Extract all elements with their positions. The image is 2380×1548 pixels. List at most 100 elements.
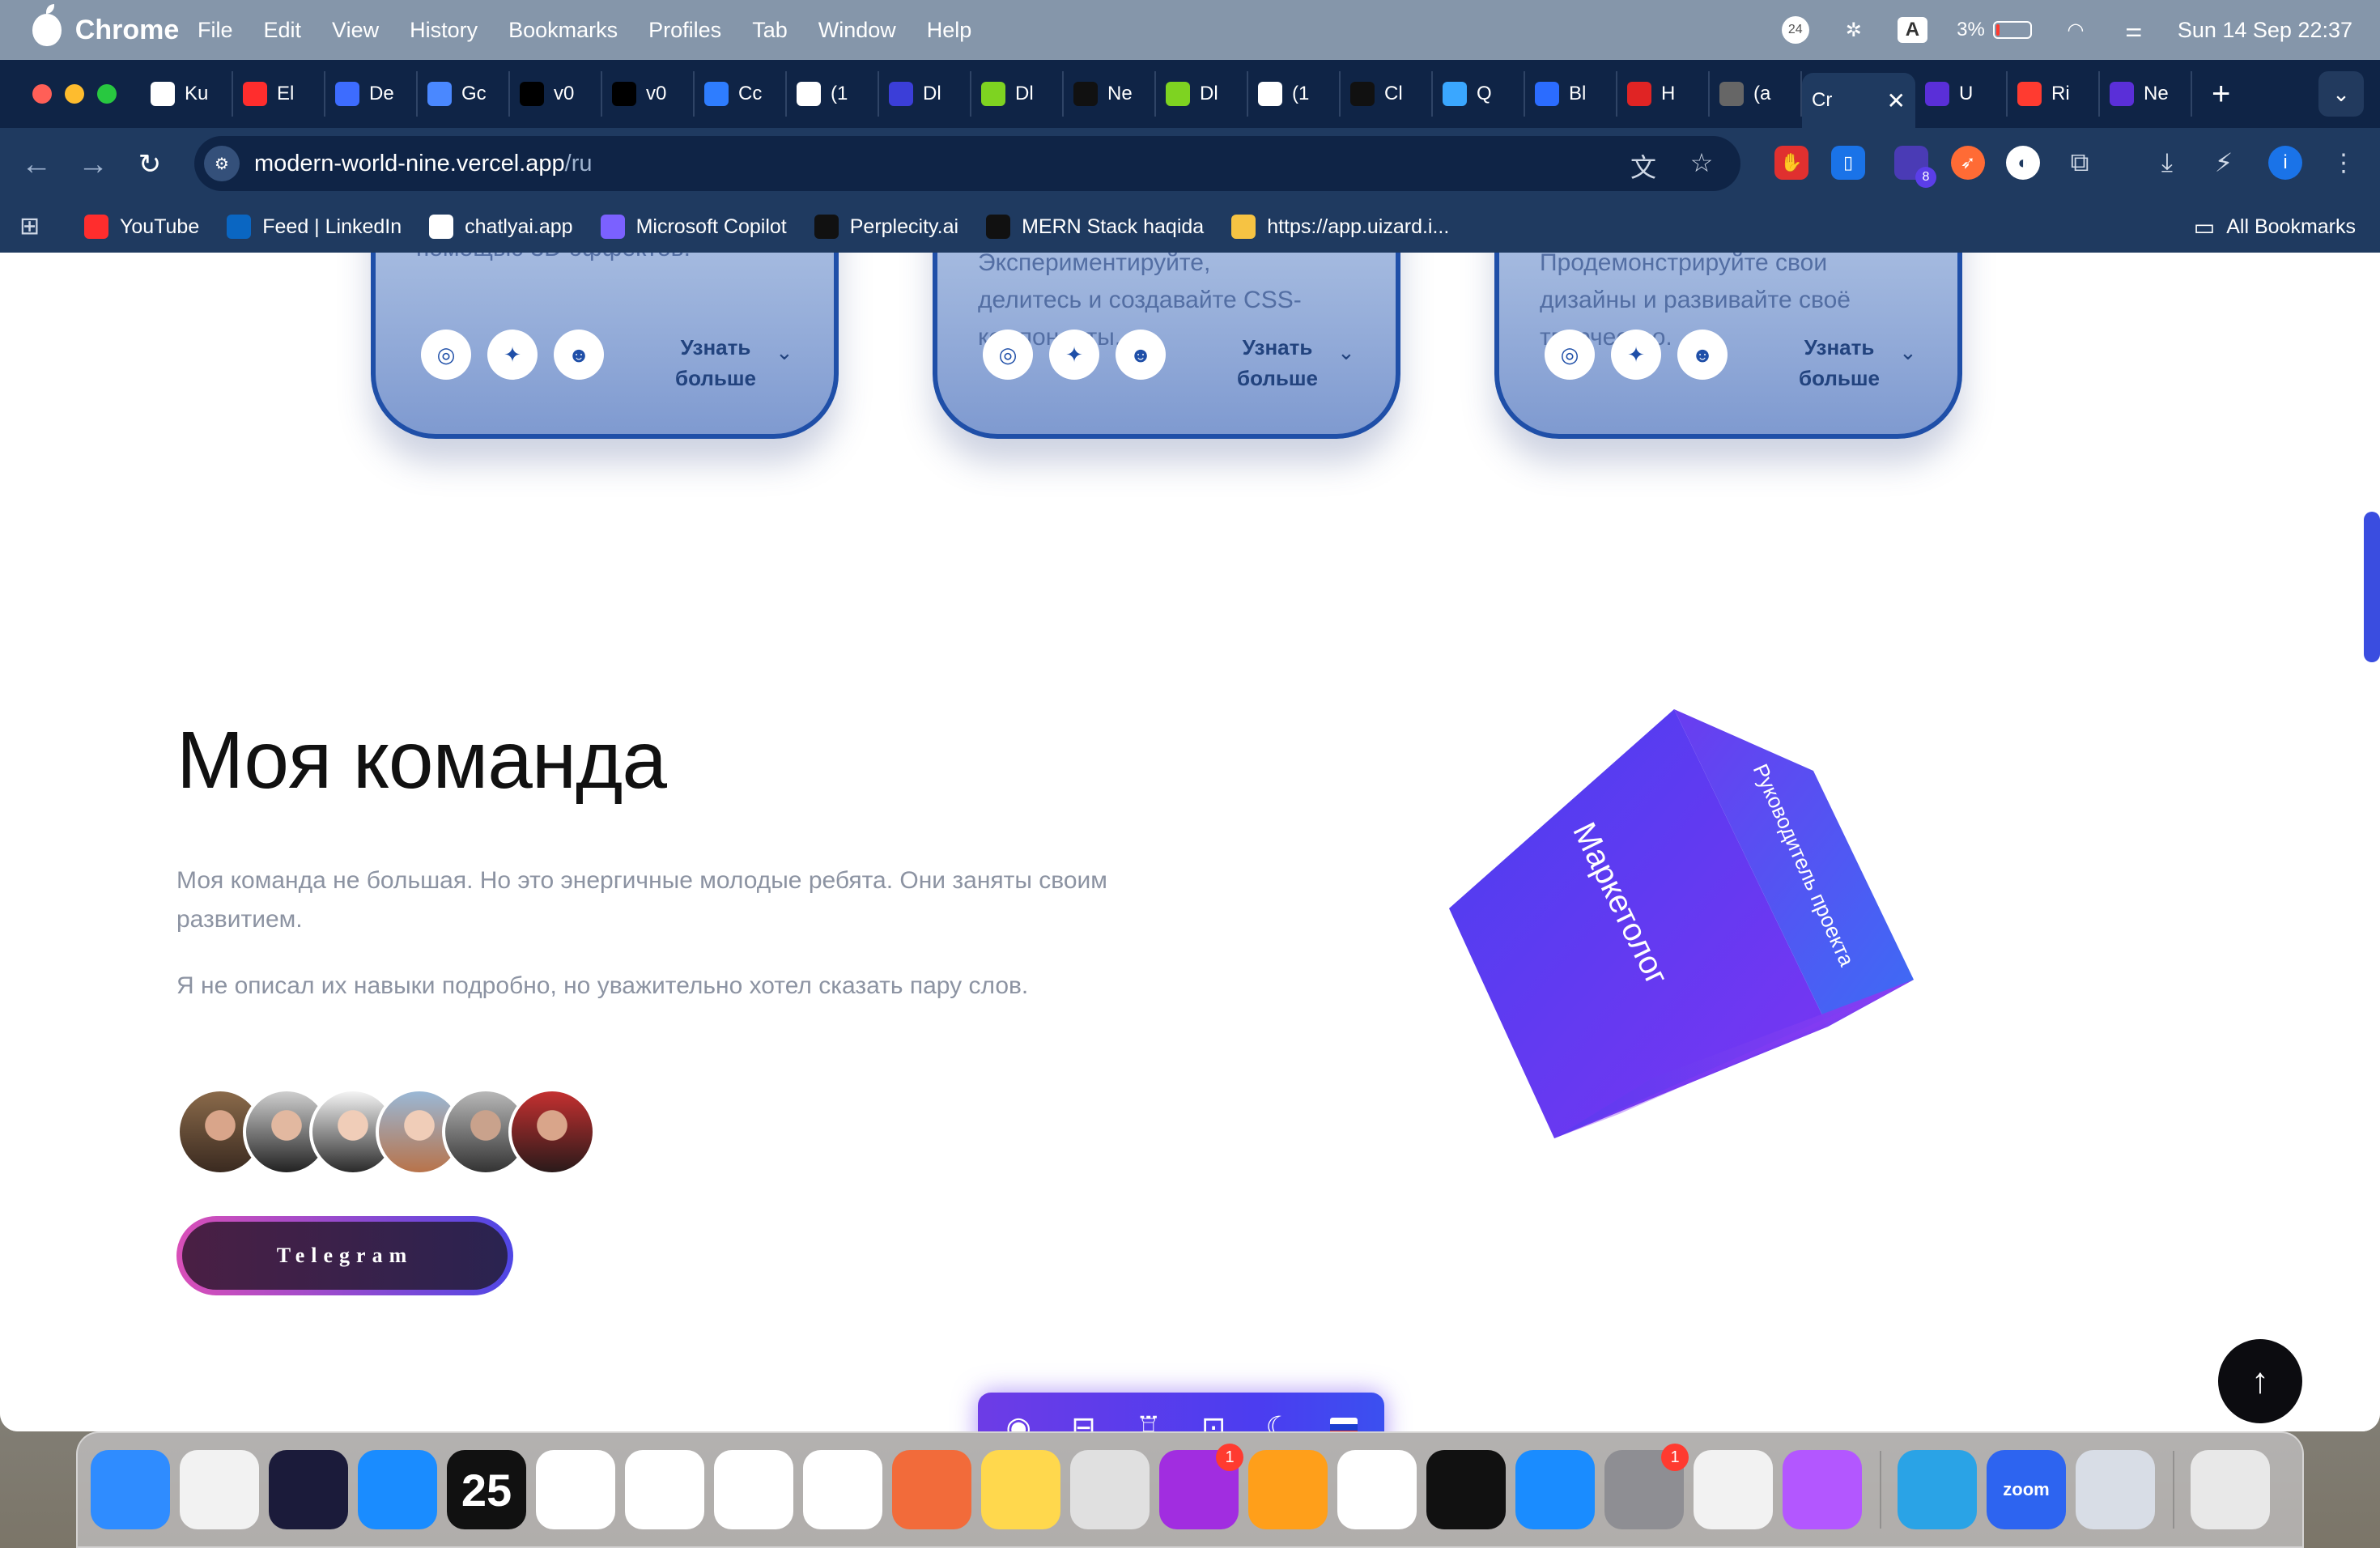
twitter-icon[interactable]: ✦ [487, 330, 538, 380]
tab[interactable]: Ne [2100, 71, 2192, 117]
chrome-menu-icon[interactable]: ⋮ [2327, 146, 2361, 180]
dock-app-calculator-icon[interactable] [1070, 1450, 1150, 1529]
profile-avatar[interactable]: i [2268, 146, 2302, 180]
tab-search-button[interactable]: ⌄ [2318, 71, 2364, 117]
tab-active[interactable]: Cr ✕ [1802, 73, 1915, 128]
trophy-icon[interactable]: ♖ [1128, 1406, 1170, 1431]
instagram-icon[interactable]: ◎ [421, 330, 471, 380]
menu-item-tab[interactable]: Tab [752, 18, 788, 43]
extensions-puzzle-icon[interactable]: ⧉ [2063, 146, 2097, 180]
address-bar[interactable]: ⚙ modern-world-nine.vercel.app/ru 文 ☆ [194, 136, 1740, 191]
url-text[interactable]: modern-world-nine.vercel.app/ru [254, 151, 592, 177]
close-window-button[interactable] [32, 84, 52, 104]
tab[interactable]: De [325, 71, 418, 117]
all-bookmarks-button[interactable]: ▭ All Bookmarks [2194, 201, 2356, 253]
dock-app-trash-icon[interactable] [2191, 1450, 2270, 1529]
dock-app-app-store-icon[interactable] [1515, 1450, 1595, 1529]
tab[interactable]: Dl [971, 71, 1064, 117]
menu-item-profiles[interactable]: Profiles [648, 18, 721, 43]
discord-icon[interactable]: ☻ [1116, 330, 1166, 380]
discord-icon[interactable]: ☻ [554, 330, 604, 380]
extension-docs-icon[interactable]: ▯ [1831, 146, 1865, 180]
close-tab-icon[interactable]: ✕ [1887, 87, 1906, 114]
zoom-window-button[interactable] [97, 84, 117, 104]
discord-icon[interactable]: ☻ [1677, 330, 1728, 380]
translate-icon[interactable]: 文 [1627, 147, 1660, 182]
bookmark-item[interactable]: https://app.uizard.i... [1231, 215, 1449, 239]
forward-icon[interactable]: → [65, 147, 121, 182]
dock-app-calendar-icon[interactable]: 25 [447, 1450, 526, 1529]
scroll-to-top-button[interactable]: ↑ [2218, 1339, 2302, 1423]
language-flag-ru-icon[interactable] [1323, 1406, 1365, 1431]
dock-app-iphone-mirroring-icon[interactable] [1694, 1450, 1773, 1529]
dock-app-system-settings-icon[interactable]: 1 [1604, 1444, 1689, 1529]
chevron-down-icon[interactable]: ⌄ [1899, 340, 1917, 365]
tab[interactable]: Dl [1156, 71, 1248, 117]
avatar[interactable] [508, 1088, 596, 1176]
weather-icon[interactable]: 24 [1781, 14, 1810, 46]
menu-item-file[interactable]: File [198, 18, 233, 43]
tab[interactable]: Q [1433, 71, 1525, 117]
tab[interactable]: Dl [879, 71, 971, 117]
menu-item-window[interactable]: Window [818, 18, 896, 43]
dock-app-capcut-icon[interactable] [536, 1450, 615, 1529]
chevron-down-icon[interactable]: ⌄ [776, 340, 793, 365]
reload-icon[interactable]: ↻ [121, 148, 178, 181]
tab[interactable]: El [233, 71, 325, 117]
tab[interactable]: U [1915, 71, 2008, 117]
new-tab-button[interactable]: + [2212, 76, 2230, 113]
dock-app-preview-icon[interactable] [2076, 1450, 2155, 1529]
dock-app-screen-studio-icon[interactable] [269, 1450, 348, 1529]
dock-app-pen-icon[interactable] [892, 1450, 971, 1529]
apps-grid-icon[interactable]: ⊞ [19, 213, 47, 240]
menu-item-bookmarks[interactable]: Bookmarks [508, 18, 618, 43]
chevron-down-icon[interactable]: ⌄ [1337, 340, 1355, 365]
control-center-icon[interactable]: ⚌ [2119, 14, 2148, 46]
bookmark-item[interactable]: chatlyai.app [429, 215, 573, 239]
dock-app-picsart-icon[interactable]: 1 [1159, 1444, 1243, 1529]
tab[interactable]: Gc [418, 71, 510, 117]
extension-rocket-icon[interactable]: ➶ [1951, 146, 1985, 180]
sparkle-icon[interactable]: ✲ [1839, 14, 1868, 46]
menu-item-edit[interactable]: Edit [264, 18, 302, 43]
back-icon[interactable]: ← [8, 147, 65, 182]
dock-app-photos-icon[interactable] [714, 1450, 793, 1529]
profile-icon[interactable]: ◉ [997, 1406, 1039, 1431]
tab[interactable]: Ri [2008, 71, 2100, 117]
battery-status[interactable]: 3% [1957, 14, 2032, 46]
twitter-icon[interactable]: ✦ [1611, 330, 1661, 380]
briefcase-icon[interactable]: ⊟ [1062, 1406, 1104, 1431]
performance-icon[interactable]: ⚡ [2207, 146, 2241, 180]
bookmark-item[interactable]: YouTube [84, 215, 199, 239]
tab[interactable]: Ne [1064, 71, 1156, 117]
dock-app-feedback-icon[interactable] [1783, 1450, 1862, 1529]
minimize-window-button[interactable] [65, 84, 84, 104]
learn-more-button[interactable]: Узнать больше [1791, 332, 1888, 393]
tab[interactable]: v0 [510, 71, 602, 117]
dock-app-notes-icon[interactable] [981, 1450, 1060, 1529]
extension-circle-icon[interactable]: ◐ [2006, 146, 2040, 180]
tab[interactable]: Cc [695, 71, 787, 117]
dock-app-safari-icon[interactable] [358, 1450, 437, 1529]
learn-more-button[interactable]: Узнать больше [1229, 332, 1326, 393]
tab[interactable]: Cl [1341, 71, 1433, 117]
extension-adblock-icon[interactable]: ✋ [1774, 146, 1808, 180]
clock[interactable]: Sun 14 Sep 22:37 [2178, 14, 2352, 46]
learn-more-button[interactable]: Узнать больше [667, 332, 764, 393]
wifi-icon[interactable]: ◠ [2061, 14, 2090, 46]
dock-app-launchpad-icon[interactable] [180, 1450, 259, 1529]
apple-menu-icon[interactable] [32, 4, 62, 46]
dock-app-reminders-icon[interactable] [803, 1450, 882, 1529]
scrollbar-thumb[interactable] [2364, 512, 2380, 662]
tab[interactable]: Bl [1525, 71, 1617, 117]
dock-app-chrome-icon[interactable] [625, 1450, 704, 1529]
dock-app-terminal-icon[interactable] [1426, 1450, 1506, 1529]
dock-app-pages-icon[interactable] [1248, 1450, 1328, 1529]
dock-app-vs-code-icon[interactable] [1337, 1450, 1417, 1529]
bookmark-item[interactable]: Perplecity.ai [814, 215, 958, 239]
menu-item-history[interactable]: History [410, 18, 478, 43]
tab[interactable]: (1 [1248, 71, 1341, 117]
bookmark-item[interactable]: MERN Stack haqida [986, 215, 1204, 239]
moon-icon[interactable]: ☾ [1257, 1406, 1299, 1431]
instagram-icon[interactable]: ◎ [1545, 330, 1595, 380]
